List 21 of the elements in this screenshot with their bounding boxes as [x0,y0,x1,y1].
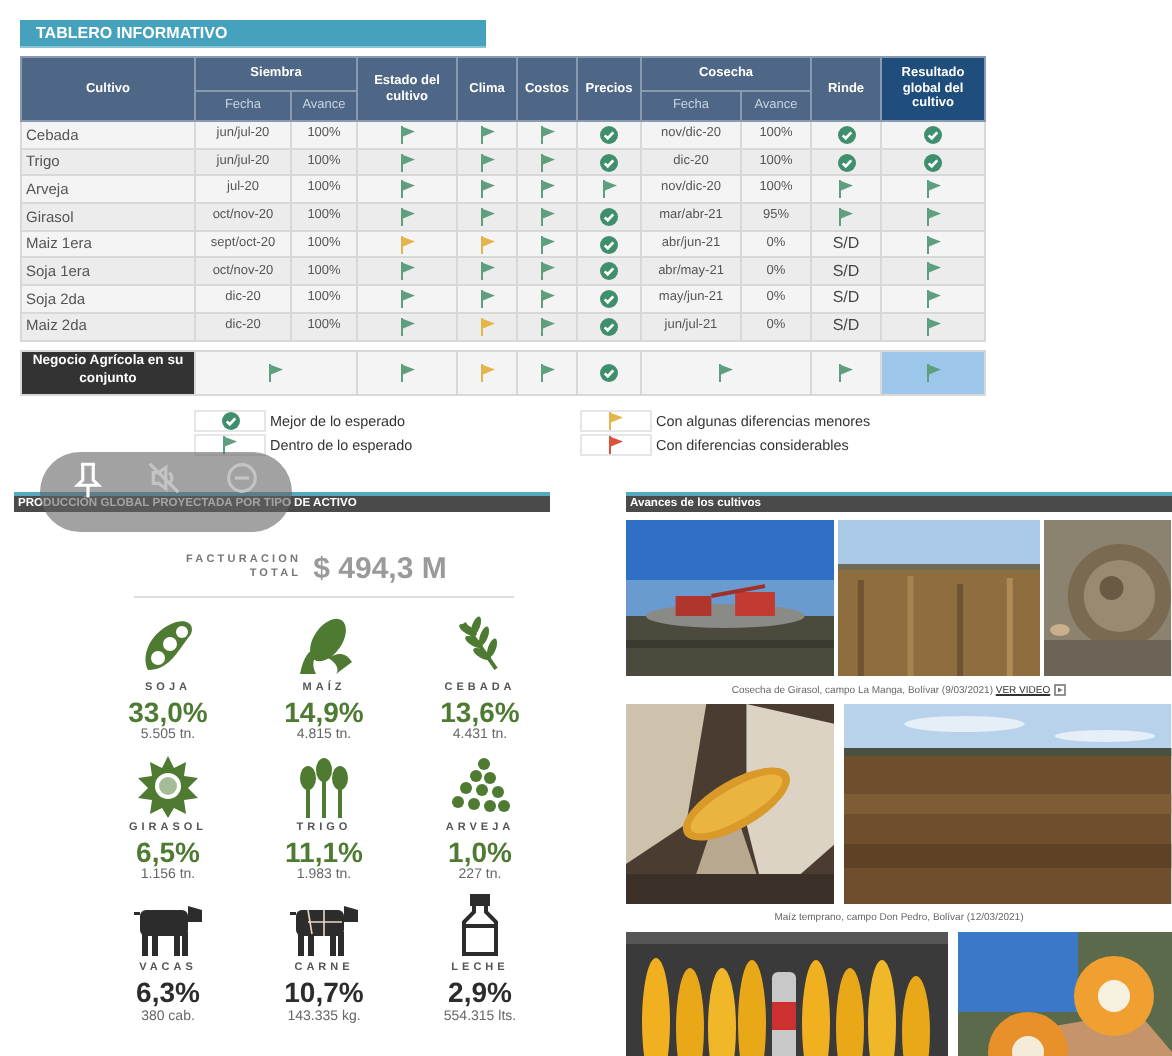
share-percent: 10,7% [284,978,364,1009]
table-cell: S/D [811,230,882,258]
share-percent: 2,9% [448,978,512,1009]
share-percent: 33,0% [128,697,208,728]
share-percent: 14,9% [284,697,364,728]
share-percent: 13,6% [440,697,520,728]
share-percent: 1,0% [448,837,512,868]
dashboard-title: TABLERO INFORMATIVO [20,20,486,48]
share-percent: 11,1% [285,837,363,868]
share-percent: 6,5% [136,837,200,868]
table-cell: S/D [811,285,882,313]
mute-button[interactable] [143,458,184,498]
table-cell: S/D [811,257,882,286]
minus-circle-icon [225,462,258,494]
minus-circle-button[interactable] [221,458,262,498]
mute-icon [147,462,180,494]
total-value: $ 494,3 M [313,551,447,585]
table-cell: S/D [811,312,882,340]
pin-icon [74,462,103,498]
video-icon [1054,683,1067,695]
share-percent: 6,3% [136,978,200,1009]
